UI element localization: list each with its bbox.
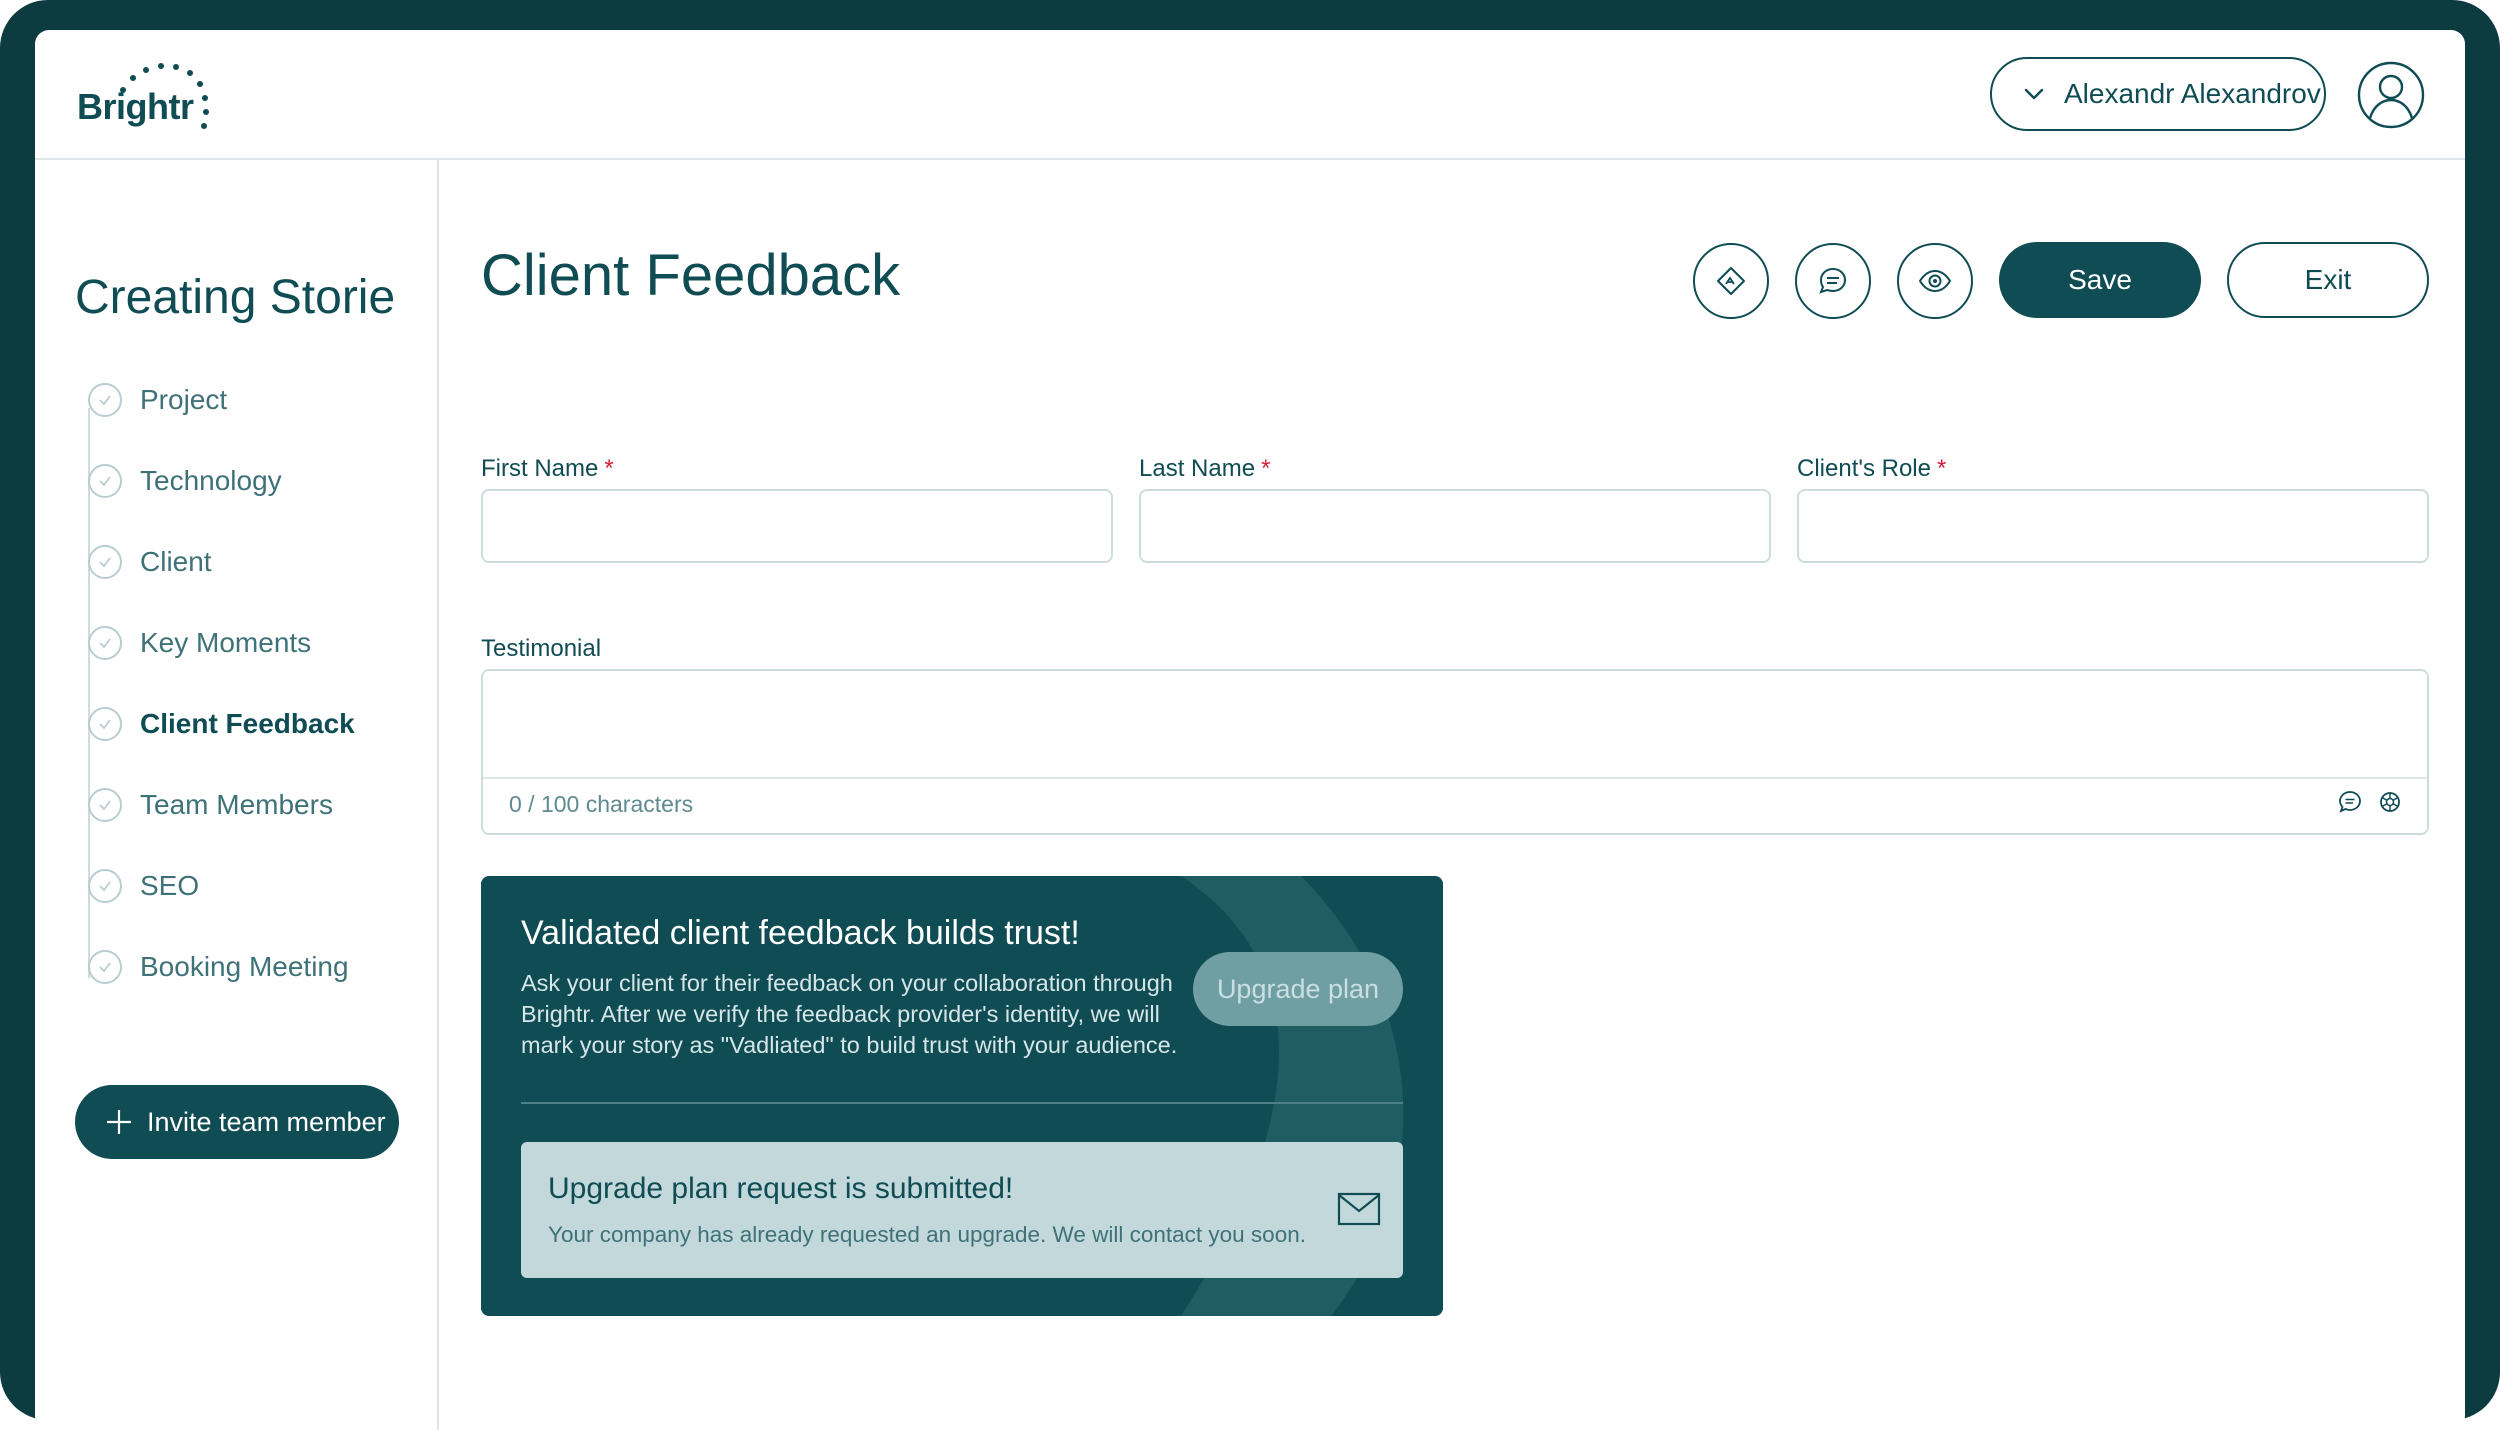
upgrade-submitted-notice: Upgrade plan request is submitted! Your … (521, 1142, 1403, 1278)
first-name-input[interactable] (481, 489, 1113, 563)
brand-name: Brightr (77, 86, 194, 127)
client-role-label-text: Client's Role (1797, 455, 1931, 482)
user-name: Alexandr Alexandrov (2064, 78, 2321, 109)
exit-button[interactable]: Exit (2227, 242, 2429, 318)
required-mark: * (604, 455, 614, 482)
testimonial-label: Testimonial (481, 635, 602, 662)
plus-icon (105, 1108, 133, 1136)
sidebar-title: Creating Storie (75, 271, 396, 324)
comment-icon (1819, 267, 1847, 294)
ai-model-icon[interactable] (2377, 789, 2403, 815)
step-team-members[interactable]: Team Members (88, 783, 333, 827)
user-avatar-icon (2357, 61, 2425, 129)
client-role-input[interactable] (1797, 489, 2429, 563)
check-icon (88, 707, 122, 741)
textarea-tools (2337, 789, 2403, 815)
char-counter: 0 / 100 characters (509, 791, 694, 817)
promo-title: Validated client feedback builds trust! (521, 914, 1080, 952)
last-name-label-text: Last Name (1139, 455, 1256, 482)
mail-icon (1337, 1192, 1381, 1226)
step-seo[interactable]: SEO (88, 864, 199, 908)
step-label: Client Feedback (140, 708, 355, 739)
chevron-down-icon (2022, 82, 2046, 106)
step-client[interactable]: Client (88, 540, 212, 584)
ai-sparkle-icon (1717, 267, 1745, 295)
top-header: Brightr Alexandr Alexandrov (35, 30, 2465, 160)
invite-team-member-button[interactable]: Invite team member (75, 1085, 399, 1159)
avatar-button[interactable] (2356, 60, 2426, 130)
preview-button[interactable] (1897, 243, 1973, 319)
check-icon (88, 869, 122, 903)
page-title: Client Feedback (481, 243, 901, 308)
last-name-input[interactable] (1139, 489, 1771, 563)
step-label: Client (140, 546, 212, 577)
step-label: Booking Meeting (140, 951, 349, 982)
upgrade-plan-button[interactable]: Upgrade plan (1193, 952, 1403, 1026)
promo-divider (521, 1102, 1403, 1104)
validation-promo-card: Validated client feedback builds trust! … (481, 876, 1443, 1316)
step-client-feedback[interactable]: Client Feedback (88, 702, 355, 746)
check-icon (88, 383, 122, 417)
step-label: Team Members (140, 789, 333, 820)
save-button[interactable]: Save (1999, 242, 2201, 318)
check-icon (88, 464, 122, 498)
step-label: Project (140, 384, 228, 415)
step-technology[interactable]: Technology (88, 459, 282, 503)
step-project[interactable]: Project (88, 378, 227, 422)
step-label: SEO (140, 870, 200, 901)
comments-button[interactable] (1795, 243, 1871, 319)
comment-icon[interactable] (2337, 789, 2363, 815)
ai-assist-button[interactable] (1693, 243, 1769, 319)
eye-icon (1918, 269, 1952, 293)
sidebar: Creating Storie Project Technology Clien… (35, 160, 439, 1430)
device-frame: Brightr Alexandr Alexandrov Creating Sto… (0, 0, 2500, 1430)
client-role-label: Client's Role * (1797, 455, 1946, 483)
check-icon (88, 626, 122, 660)
required-mark: * (1261, 455, 1271, 482)
first-name-label: First Name * (481, 455, 614, 483)
required-mark: * (1936, 455, 1947, 482)
invite-label: Invite team member (147, 1106, 386, 1137)
testimonial-textarea[interactable]: 0 / 100 characters (481, 669, 2429, 835)
first-name-label-text: First Name (481, 455, 599, 482)
step-label: Technology (140, 465, 282, 496)
step-booking-meeting[interactable]: Booking Meeting (88, 945, 349, 989)
check-icon (88, 950, 122, 984)
notice-title: Upgrade plan request is submitted! (548, 1172, 1014, 1205)
user-menu-button[interactable]: Alexandr Alexandrov (1990, 57, 2326, 131)
promo-body: Ask your client for their feedback on yo… (521, 970, 1178, 1058)
textarea-divider (483, 777, 2427, 779)
last-name-label: Last Name * (1139, 455, 1270, 483)
app-screen: Brightr Alexandr Alexandrov Creating Sto… (35, 30, 2465, 1430)
check-icon (88, 788, 122, 822)
step-key-moments[interactable]: Key Moments (88, 621, 311, 665)
check-icon (88, 545, 122, 579)
step-label: Key Moments (140, 627, 312, 658)
notice-body: Your company has already requested an up… (548, 1222, 1306, 1247)
